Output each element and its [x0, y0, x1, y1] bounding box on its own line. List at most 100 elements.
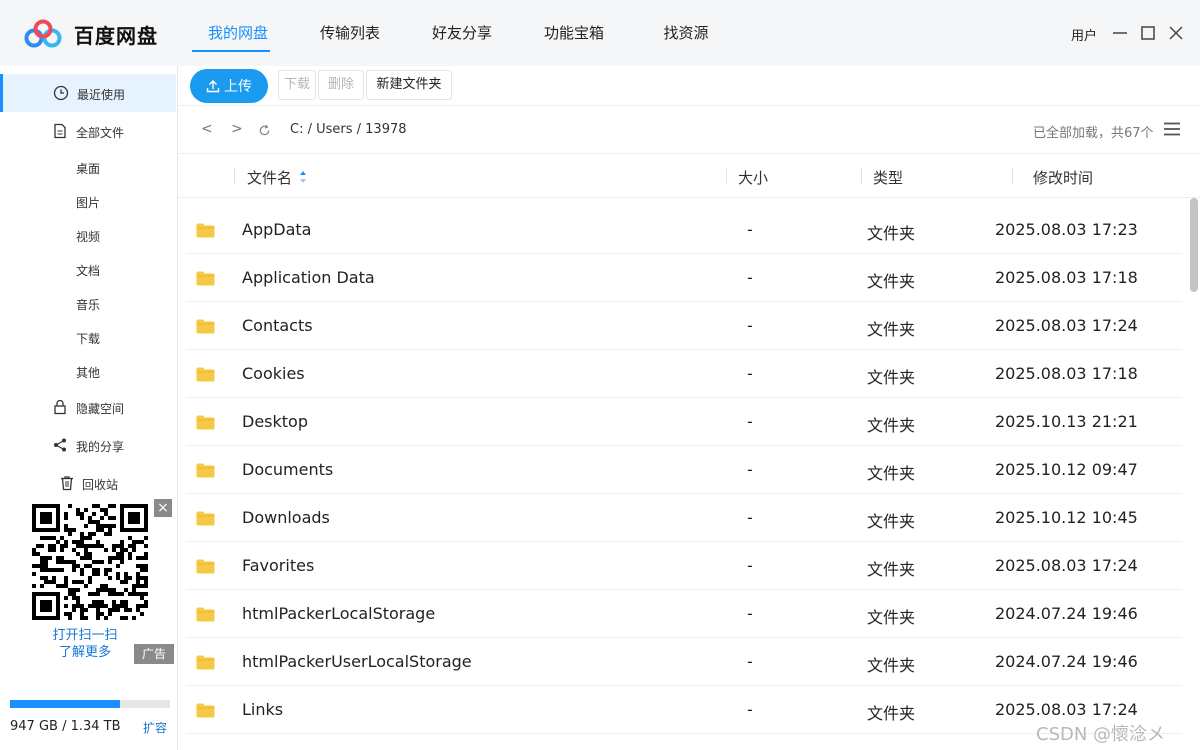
table-row[interactable]: Cookies - 文件夹 2025.08.03 17:18 [178, 350, 1188, 398]
file-modified: 2024.07.24 19:46 [995, 652, 1138, 671]
path-bar: < > C: / Users / 13978 已全部加载，共67个 [178, 106, 1200, 154]
loaded-count: 已全部加载，共67个 [1033, 126, 1154, 141]
file-name: Application Data [242, 268, 375, 287]
table-row[interactable]: Favorites - 文件夹 2025.08.03 17:24 [178, 542, 1188, 590]
view-menu-icon[interactable] [1164, 122, 1180, 136]
user-menu[interactable]: 用户 [1071, 25, 1097, 44]
sidebar-item-label: 全部文件 [76, 126, 125, 140]
minimize-icon[interactable] [1110, 22, 1130, 44]
file-type: 文件夹 [867, 512, 916, 531]
column-header-type[interactable]: 类型 [873, 167, 903, 188]
folder-icon [196, 415, 215, 430]
sidebar-sub-music[interactable]: 音乐 [76, 296, 100, 313]
sidebar-item-recycle-bin[interactable]: 回收站 [0, 464, 176, 502]
sidebar-item-my-share[interactable]: 我的分享 [0, 426, 176, 464]
nav-find-resources[interactable]: 找资源 [630, 0, 742, 66]
sidebar-item-all-files[interactable]: 全部文件 [0, 112, 176, 150]
baidu-netdisk-logo [24, 19, 62, 48]
file-type: 文件夹 [867, 368, 916, 387]
sidebar-sub-downloads[interactable]: 下载 [76, 330, 100, 347]
column-header-modified[interactable]: 修改时间 [1033, 167, 1093, 188]
share-icon [54, 438, 66, 452]
table-row[interactable]: Downloads - 文件夹 2025.10.12 10:45 [178, 494, 1188, 542]
file-modified: 2025.10.13 21:21 [995, 412, 1138, 431]
sidebar-sub-desktop[interactable]: 桌面 [76, 160, 100, 177]
sidebar-sub-documents[interactable]: 文档 [76, 262, 100, 279]
column-header-size[interactable]: 大小 [738, 167, 768, 188]
file-size: - [747, 268, 753, 287]
folder-icon [196, 367, 215, 382]
table-row[interactable]: AppData - 文件夹 2025.08.03 17:23 [178, 206, 1188, 254]
nav-my-netdisk[interactable]: 我的网盘 [182, 0, 294, 66]
file-modified: 2024.07.24 19:46 [995, 604, 1138, 623]
table-row[interactable]: Documents - 文件夹 2025.10.12 09:47 [178, 446, 1188, 494]
title-bar: 百度网盘 我的网盘 传输列表 好友分享 功能宝箱 找资源 用户 [0, 0, 1200, 66]
storage-quota-bar [10, 700, 170, 708]
table-row[interactable]: htmlPackerUserLocalStorage - 文件夹 2024.07.24… [178, 638, 1188, 686]
folder-icon [196, 703, 215, 718]
nav-toolbox[interactable]: 功能宝箱 [518, 0, 630, 66]
forward-button[interactable]: > [231, 121, 243, 137]
trash-icon [61, 476, 73, 491]
sidebar-item-label: 我的分享 [76, 440, 125, 454]
sidebar-item-hidden-space[interactable]: 隐藏空间 [0, 388, 176, 426]
upload-label: 上传 [224, 79, 252, 95]
sidebar-sub-pictures[interactable]: 图片 [76, 194, 100, 211]
table-row[interactable]: Desktop - 文件夹 2025.10.13 21:21 [178, 398, 1188, 446]
table-row[interactable]: htmlPackerLocalStorage - 文件夹 2024.07.24 19:… [178, 590, 1188, 638]
close-icon[interactable] [1166, 22, 1186, 44]
file-type: 文件夹 [867, 320, 916, 339]
file-name: htmlPackerLocalStorage [242, 604, 436, 623]
column-divider [861, 168, 862, 184]
file-type: 文件夹 [867, 224, 916, 243]
nav-friend-share[interactable]: 好友分享 [406, 0, 518, 66]
table-row[interactable]: Contacts - 文件夹 2025.08.03 17:24 [178, 302, 1188, 350]
delete-button[interactable]: 删除 [318, 70, 364, 100]
folder-icon [196, 271, 215, 286]
folder-icon [196, 655, 215, 670]
refresh-icon[interactable] [258, 124, 271, 137]
nav-transfer-list[interactable]: 传输列表 [294, 0, 406, 66]
column-divider [726, 168, 727, 184]
sidebar-sub-other[interactable]: 其他 [76, 364, 100, 381]
file-size: - [747, 556, 753, 575]
file-modified: 2025.08.03 17:18 [995, 268, 1138, 287]
column-header-name[interactable]: 文件名 [247, 167, 292, 188]
expand-storage-link[interactable]: 扩容 [143, 719, 167, 736]
vertical-scrollbar[interactable] [1190, 198, 1198, 292]
sidebar: 最近使用 全部文件 桌面 图片 视频 文档 音乐 下载 其他 隐藏空间 我的分享… [0, 66, 178, 750]
folder-icon [196, 607, 215, 622]
file-size: - [747, 652, 753, 671]
file-type: 文件夹 [867, 416, 916, 435]
sidebar-item-label: 隐藏空间 [76, 402, 125, 416]
column-divider [234, 168, 235, 184]
back-button[interactable]: < [201, 121, 213, 137]
sidebar-item-label: 回收站 [82, 478, 119, 492]
upload-button[interactable]: 上传 [190, 69, 268, 103]
file-size: - [747, 460, 753, 479]
toolbar: 上传 下载 删除 新建文件夹 [178, 66, 1200, 106]
ad-close-button[interactable]: × [154, 499, 172, 517]
table-row[interactable]: Application Data - 文件夹 2025.08.03 17:18 [178, 254, 1188, 302]
qr-code-image [32, 504, 148, 620]
download-button[interactable]: 下载 [278, 70, 316, 100]
file-name: Documents [242, 460, 334, 479]
file-size: - [747, 364, 753, 383]
file-name: Desktop [242, 412, 308, 431]
file-modified: 2025.08.03 17:18 [995, 364, 1138, 383]
new-folder-button[interactable]: 新建文件夹 [366, 70, 452, 100]
sidebar-sub-videos[interactable]: 视频 [76, 228, 100, 245]
sort-icon[interactable] [299, 170, 307, 184]
file-type: 文件夹 [867, 656, 916, 675]
clock-icon [53, 85, 69, 101]
file-type: 文件夹 [867, 272, 916, 291]
sidebar-item-recent[interactable]: 最近使用 [0, 74, 176, 112]
sidebar-item-label: 最近使用 [77, 88, 126, 102]
maximize-icon[interactable] [1138, 22, 1158, 44]
folder-icon [196, 463, 215, 478]
top-nav: 我的网盘 传输列表 好友分享 功能宝箱 找资源 [182, 0, 742, 66]
file-name: Cookies [242, 364, 305, 383]
storage-quota-fill [10, 700, 121, 708]
app-title: 百度网盘 [74, 24, 158, 48]
file-size: - [747, 316, 753, 335]
